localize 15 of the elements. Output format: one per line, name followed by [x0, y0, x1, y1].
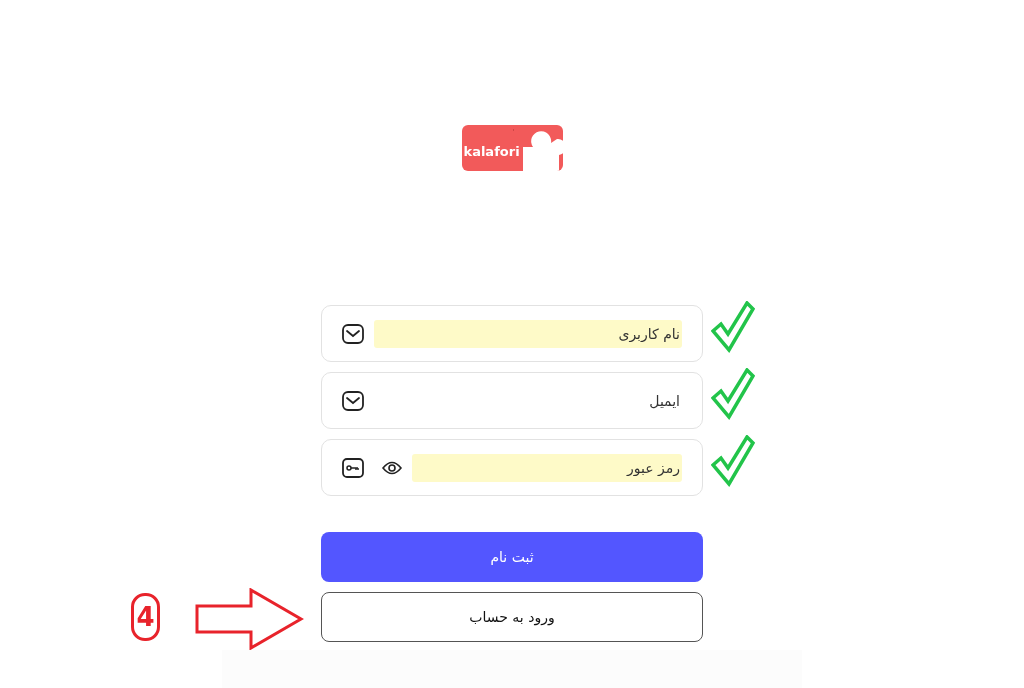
login-button[interactable]: ورود به حساب [321, 592, 703, 642]
text-field[interactable]: ایمیل [321, 372, 703, 429]
eye-icon[interactable] [382, 460, 402, 475]
arrow-icon [195, 588, 305, 650]
input-field[interactable]: رمز عبور [412, 453, 682, 482]
text-field[interactable]: رمز عبور [321, 439, 703, 496]
text-field[interactable]: نام کاربری [321, 305, 703, 362]
input-field[interactable]: نام کاربری [374, 319, 682, 348]
key-icon [342, 457, 364, 478]
input-field[interactable]: ایمیل [374, 386, 682, 415]
signup-button[interactable]: ثبت نام [321, 532, 703, 582]
logo: kalafori [461, 125, 563, 171]
mail-icon [342, 323, 364, 344]
step-badge: 4 [131, 593, 160, 641]
mail-icon [342, 390, 364, 411]
